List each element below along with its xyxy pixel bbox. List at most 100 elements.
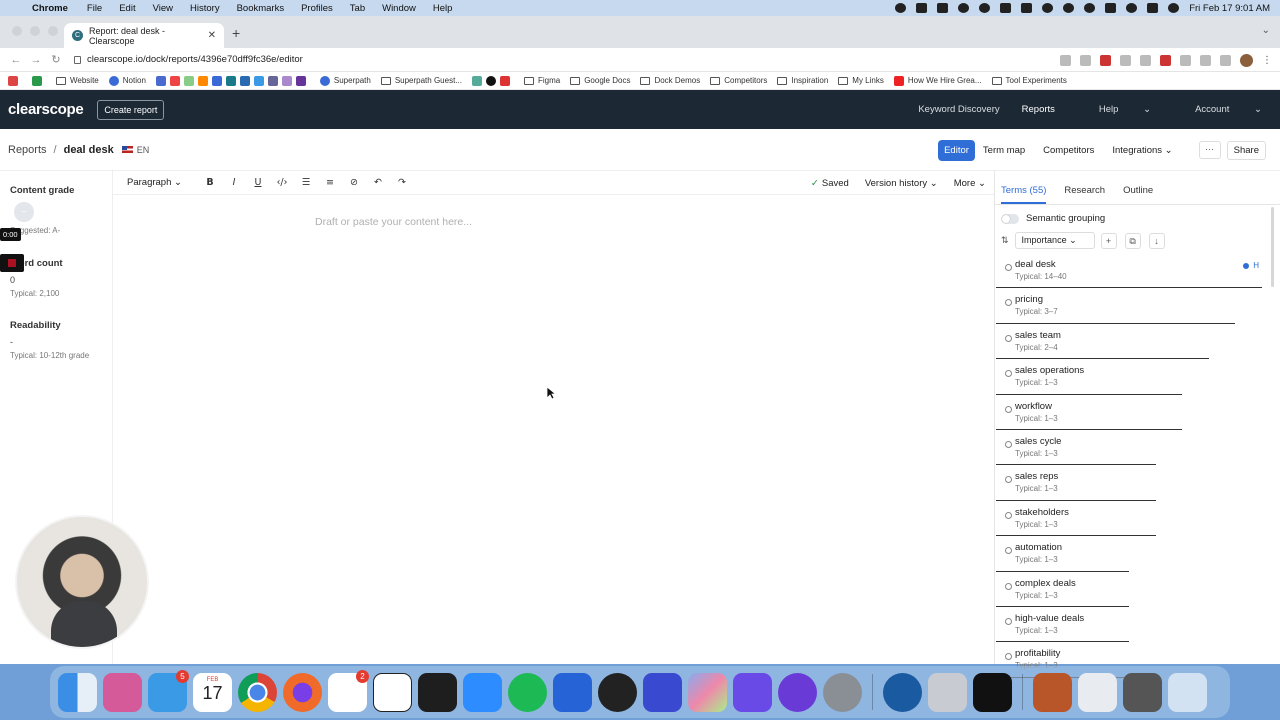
tab-research[interactable]: Research [1064,185,1105,204]
bookmark-superpath[interactable]: Superpath [319,75,371,86]
nav-reports[interactable]: Reports [1022,104,1055,115]
firefox-icon[interactable] [283,672,322,712]
breadcrumb-reports[interactable]: Reports [8,144,47,156]
create-report-button[interactable]: Create report [97,99,165,120]
bookmark-sheets[interactable] [32,75,46,86]
status-app-icon[interactable] [958,3,970,13]
tab-term-map[interactable]: Term map [983,145,1025,156]
term-item[interactable]: workflow Typical: 1–3 [995,397,1267,432]
battery-icon[interactable] [1000,3,1012,13]
chrome-menu-icon[interactable]: ⋮ [1262,55,1272,66]
term-checkbox-icon[interactable] [1005,511,1012,519]
calendar-icon[interactable]: FEB 17 [193,672,232,712]
zoom-window-button[interactable] [48,26,58,36]
term-item[interactable]: high-value deals Typical: 1–3 [995,609,1267,644]
share-button[interactable]: Share [1226,140,1266,160]
clearscope-logo[interactable]: clearscope [8,101,84,118]
status-gear-icon[interactable] [895,3,907,13]
bookmark-gmail[interactable] [8,75,22,86]
close-tab-icon[interactable]: ✕ [208,30,216,41]
reload-icon[interactable]: ↻ [46,53,66,66]
semantic-grouping-toggle[interactable] [1001,213,1019,224]
chrome-icon[interactable] [238,672,277,712]
color-app-icon[interactable] [688,672,727,712]
term-checkbox-icon[interactable] [1005,334,1012,342]
redo-icon[interactable]: ↷ [390,177,414,188]
preview-icon[interactable] [928,672,967,712]
stop-recording-button[interactable] [0,254,24,272]
trash-icon[interactable] [1168,672,1207,712]
download-icon[interactable]: ↓ [1148,232,1165,249]
menu-bookmarks[interactable]: Bookmarks [237,3,285,14]
activity-monitor-icon[interactable] [973,672,1012,712]
zoom-icon[interactable] [463,672,502,712]
extension-icon[interactable] [1160,55,1171,66]
recent-window-thumbnail[interactable] [1123,672,1162,712]
bookmark-superpath-guest[interactable]: Superpath Guest... [380,76,462,85]
share-page-icon[interactable] [1060,55,1071,66]
term-item[interactable]: sales cycle Typical: 1–3 [995,432,1267,467]
bookmark-competitors[interactable]: Competitors [710,76,767,85]
bullet-list-icon[interactable]: ☰ [294,177,318,188]
figma-icon[interactable] [418,672,457,712]
launchpad-icon[interactable] [103,672,142,712]
browser-tab-active[interactable]: C Report: deal desk - Clearscope ✕ [64,23,224,48]
editor-placeholder[interactable]: Draft or paste your content here... [315,216,472,228]
italic-icon[interactable]: I [222,177,246,188]
quicktime-icon[interactable] [883,672,922,712]
term-checkbox-icon[interactable] [1005,440,1012,448]
forward-arrow-icon[interactable]: → [26,54,46,66]
bookmark-star-icon[interactable] [1080,55,1091,66]
tab-editor[interactable]: Editor [938,139,975,161]
bookmark-figma[interactable]: Figma [523,76,560,85]
menu-help[interactable]: Help [433,3,453,14]
term-item[interactable]: sales team Typical: 2–4 [995,326,1267,361]
editor-more-menu[interactable]: More ⌄ [954,178,986,189]
menu-view[interactable]: View [153,3,173,14]
menu-file[interactable]: File [87,3,102,14]
term-checkbox-icon[interactable] [1005,617,1012,625]
imovie-star-icon[interactable] [643,672,682,712]
bold-icon[interactable]: B [198,177,222,188]
nav-account[interactable]: Account ⌄ [1173,104,1262,115]
extension-icon[interactable] [1140,55,1151,66]
extension-icon[interactable] [1200,55,1211,66]
bookmark-icon-row[interactable] [155,75,310,86]
status-app-icon[interactable] [979,3,991,13]
numbered-list-icon[interactable]: ≡ [318,177,342,188]
term-item[interactable]: pricing Typical: 3–7 [995,290,1267,325]
podcast-waveform-icon[interactable] [778,672,817,712]
extensions-puzzle-icon[interactable] [1180,55,1191,66]
slack-icon[interactable]: 2 [328,669,369,712]
term-checkbox-icon[interactable] [1005,582,1012,590]
add-term-icon[interactable]: + [1100,232,1117,249]
webcam-bubble[interactable] [15,515,149,649]
menu-window[interactable]: Window [382,3,416,14]
minimize-window-button[interactable] [30,26,40,36]
term-item[interactable]: automation Typical: 1–3 [995,538,1267,573]
bluetooth-icon[interactable] [1063,3,1075,13]
dock-app-icon[interactable] [553,672,592,712]
copy-icon[interactable]: ⧉ [1124,232,1141,249]
bookmark-dock-demos[interactable]: Dock Demos [640,76,700,85]
bookmark-notion[interactable]: Notion [108,75,146,86]
nav-help[interactable]: Help ⌄ [1077,104,1151,115]
recent-window-thumbnail[interactable] [1033,672,1072,712]
url-field[interactable]: clearscope.io/dock/reports/4396e70dff9fc… [74,54,303,65]
term-checkbox-icon[interactable] [1005,370,1012,378]
status-app-icon[interactable] [1042,3,1054,13]
close-window-button[interactable] [12,26,22,36]
term-checkbox-icon[interactable] [1005,547,1012,555]
spotlight-search-icon[interactable] [1126,3,1138,13]
back-arrow-icon[interactable]: ← [6,54,26,66]
term-item[interactable]: stakeholders Typical: 1–3 [995,503,1267,538]
focus-moon-icon[interactable] [1084,3,1096,13]
status-app-icon[interactable] [916,3,928,13]
skull-app-icon[interactable] [598,672,637,712]
bookmark-google-docs[interactable]: Google Docs [570,76,630,85]
tab-outline[interactable]: Outline [1123,185,1153,204]
profile-avatar[interactable] [1240,54,1253,67]
tab-competitors[interactable]: Competitors [1043,145,1094,156]
dock-app-icon[interactable] [733,672,772,712]
term-checkbox-icon[interactable] [1005,264,1012,271]
